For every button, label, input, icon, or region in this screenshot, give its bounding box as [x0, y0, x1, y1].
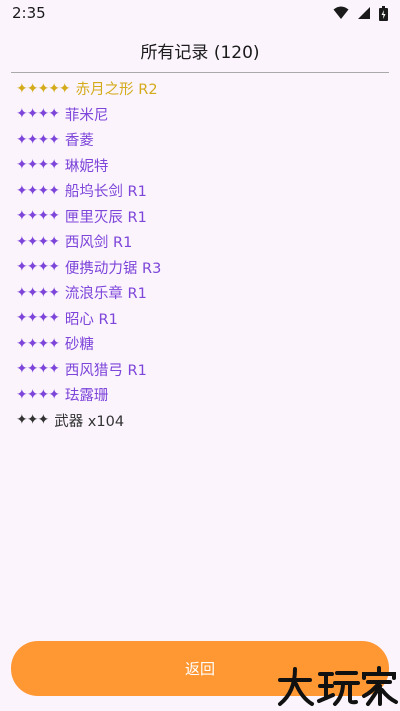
record-label: 西风猎弓 R1	[64, 362, 147, 379]
record-label: 昭心 R1	[64, 311, 118, 328]
record-item: ✦✦✦✦ 西风剑 R1	[16, 229, 161, 255]
record-label: 砂糖	[64, 337, 94, 354]
status-icons	[333, 5, 388, 21]
record-label: 菲米尼	[64, 107, 109, 124]
record-item: ✦✦✦ 武器 x104	[16, 408, 161, 434]
rarity-stars-icon: ✦✦✦✦	[16, 386, 60, 403]
page-title: 所有记录 (120)	[140, 43, 260, 63]
record-label: 赤月之形 R2	[75, 82, 158, 99]
rarity-stars-icon: ✦✦✦✦	[16, 182, 60, 199]
record-item: ✦✦✦✦ 西风猎弓 R1	[16, 357, 161, 383]
cellular-signal-icon	[358, 7, 370, 19]
rarity-stars-icon: ✦✦✦✦	[16, 157, 60, 174]
record-label: 香菱	[64, 133, 94, 150]
record-label: 武器 x104	[54, 413, 125, 430]
record-item: ✦✦✦✦✦ 赤月之形 R2	[16, 76, 161, 102]
watermark-logo	[278, 666, 398, 706]
wifi-icon	[333, 6, 349, 19]
record-item: ✦✦✦✦ 匣里灭辰 R1	[16, 204, 161, 230]
record-label: 船坞长剑 R1	[64, 184, 147, 201]
record-item: ✦✦✦✦ 琳妮特	[16, 153, 161, 179]
rarity-stars-icon: ✦✦✦✦	[16, 233, 60, 250]
record-label: 西风剑 R1	[64, 235, 133, 252]
rarity-stars-icon: ✦✦✦✦	[16, 208, 60, 225]
record-item: ✦✦✦✦ 便携动力锯 R3	[16, 255, 161, 281]
rarity-stars-icon: ✦✦✦✦	[16, 284, 60, 301]
record-label: 便携动力锯 R3	[64, 260, 162, 277]
rarity-stars-icon: ✦✦✦✦	[16, 106, 60, 123]
record-label: 珐露珊	[64, 388, 109, 405]
rarity-stars-icon: ✦✦✦✦	[16, 361, 60, 378]
record-item: ✦✦✦✦ 香菱	[16, 127, 161, 153]
record-item: ✦✦✦✦ 砂糖	[16, 331, 161, 357]
record-label: 匣里灭辰 R1	[64, 209, 147, 226]
record-label: 琳妮特	[64, 158, 109, 175]
record-list: ✦✦✦✦✦ 赤月之形 R2 ✦✦✦✦ 菲米尼 ✦✦✦✦ 香菱 ✦✦✦✦ 琳妮特 ✦✦✦✦ 船坞长剑…	[16, 76, 161, 433]
rarity-stars-icon: ✦✦✦✦✦	[16, 80, 71, 97]
status-time: 2:35	[12, 4, 46, 22]
record-item: ✦✦✦✦ 流浪乐章 R1	[16, 280, 161, 306]
record-label: 流浪乐章 R1	[64, 286, 147, 303]
rarity-stars-icon: ✦✦✦✦	[16, 335, 60, 352]
rarity-stars-icon: ✦✦✦✦	[16, 131, 60, 148]
header-divider	[11, 72, 389, 73]
rarity-stars-icon: ✦✦✦	[16, 412, 49, 429]
record-item: ✦✦✦✦ 船坞长剑 R1	[16, 178, 161, 204]
record-item: ✦✦✦✦ 昭心 R1	[16, 306, 161, 332]
rarity-stars-icon: ✦✦✦✦	[16, 310, 60, 327]
rarity-stars-icon: ✦✦✦✦	[16, 259, 60, 276]
record-item: ✦✦✦✦ 菲米尼	[16, 102, 161, 128]
status-bar: 2:35	[0, 0, 400, 26]
battery-icon	[379, 5, 388, 21]
record-item: ✦✦✦✦ 珐露珊	[16, 382, 161, 408]
